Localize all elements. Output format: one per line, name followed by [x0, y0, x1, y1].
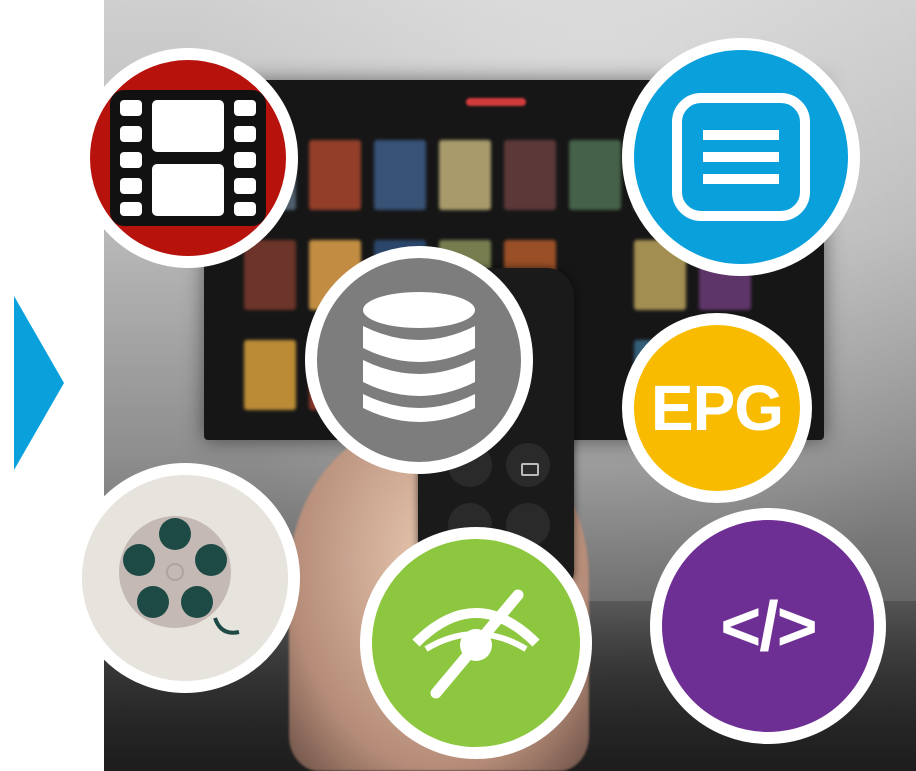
- arrow-right-icon: [14, 296, 64, 470]
- epg-badge[interactable]: EPG: [622, 313, 812, 503]
- hidden-eye-icon: [412, 589, 540, 699]
- film-reel-badge[interactable]: [70, 463, 300, 693]
- film-reel-icon: [119, 516, 240, 635]
- hidden-eye-badge[interactable]: [360, 527, 592, 759]
- database-icon: [363, 292, 475, 422]
- list-icon: [672, 93, 810, 221]
- film-strip-icon: [110, 90, 266, 226]
- database-badge[interactable]: [305, 246, 533, 474]
- epg-label: EPG: [650, 372, 784, 444]
- list-badge[interactable]: [622, 38, 860, 276]
- code-badge[interactable]: </>: [650, 508, 886, 744]
- code-label: </>: [720, 587, 817, 665]
- film-strip-badge[interactable]: [78, 48, 298, 268]
